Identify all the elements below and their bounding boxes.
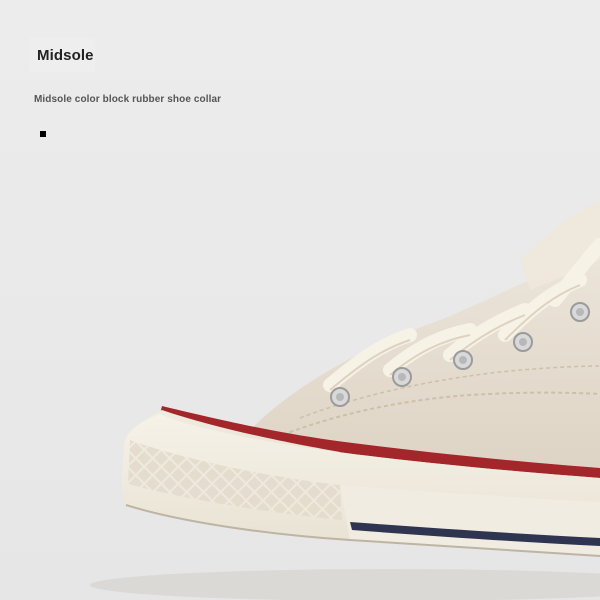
- sneaker-photo: [90, 200, 600, 600]
- shadow: [90, 569, 600, 600]
